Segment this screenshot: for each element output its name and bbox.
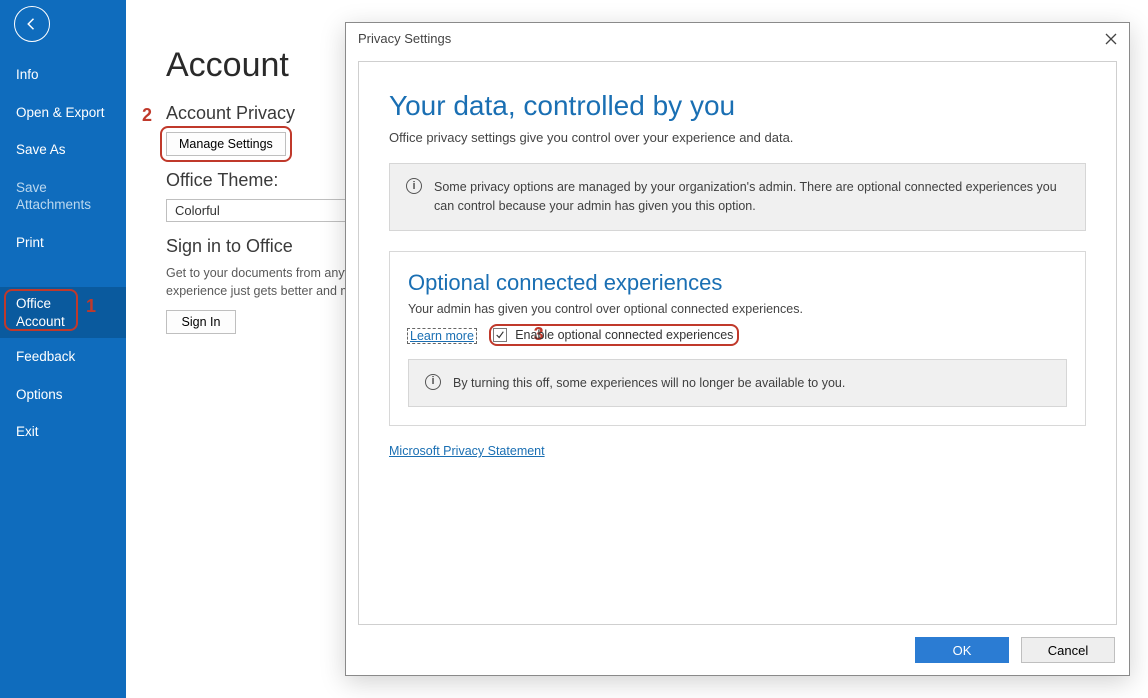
privacy-settings-dialog: Privacy Settings Your data, controlled b… xyxy=(345,22,1130,676)
dialog-title-text: Privacy Settings xyxy=(358,31,451,46)
turn-off-info-text: By turning this off, some experiences wi… xyxy=(453,376,845,390)
enable-optional-checkbox[interactable] xyxy=(493,328,507,342)
cancel-button[interactable]: Cancel xyxy=(1021,637,1115,663)
sidebar-item-office-account[interactable]: Office Account 1 xyxy=(0,287,126,338)
sidebar-item-open-export[interactable]: Open & Export xyxy=(0,94,126,132)
ok-button[interactable]: OK xyxy=(915,637,1009,663)
dialog-subtext: Office privacy settings give you control… xyxy=(389,130,1086,145)
admin-info-text: Some privacy options are managed by your… xyxy=(434,180,1057,213)
check-icon xyxy=(495,330,505,340)
app-root: Info Open & Export Save As Save Attachme… xyxy=(0,0,1148,698)
dialog-button-row: OK Cancel xyxy=(915,637,1115,663)
dialog-content: Your data, controlled by you Office priv… xyxy=(358,61,1117,625)
optional-experiences-desc: Your admin has given you control over op… xyxy=(408,302,1067,316)
turn-off-info-box: i By turning this off, some experiences … xyxy=(408,359,1067,408)
sidebar-item-info[interactable]: Info xyxy=(0,56,126,94)
close-icon xyxy=(1105,33,1117,45)
backstage-sidebar: Info Open & Export Save As Save Attachme… xyxy=(0,0,126,698)
annotation-highlight-1 xyxy=(4,289,78,331)
sign-in-button[interactable]: Sign In xyxy=(166,310,236,334)
optional-experiences-card: Optional connected experiences Your admi… xyxy=(389,251,1086,427)
optional-experiences-head: Optional connected experiences xyxy=(408,270,1067,296)
annotation-number-2: 2 xyxy=(142,105,152,126)
sidebar-item-save-attachments: Save Attachments xyxy=(0,169,126,224)
privacy-statement-link[interactable]: Microsoft Privacy Statement xyxy=(389,444,545,458)
dialog-title-bar: Privacy Settings xyxy=(346,23,1129,55)
manage-settings-button[interactable]: Manage Settings xyxy=(166,132,286,156)
enable-optional-label: Enable optional connected experiences xyxy=(515,328,733,342)
annotation-number-1: 1 xyxy=(86,295,96,318)
sidebar-item-feedback[interactable]: Feedback xyxy=(0,338,126,376)
admin-info-box: i Some privacy options are managed by yo… xyxy=(389,163,1086,231)
arrow-left-icon xyxy=(23,15,41,33)
dialog-heading: Your data, controlled by you xyxy=(389,90,1086,122)
dialog-close-button[interactable] xyxy=(1099,27,1123,51)
back-button[interactable] xyxy=(14,6,50,42)
sidebar-item-print[interactable]: Print xyxy=(0,224,126,262)
info-icon: i xyxy=(425,374,441,390)
learn-more-link[interactable]: Learn more xyxy=(408,329,476,343)
sidebar-item-exit[interactable]: Exit xyxy=(0,413,126,451)
info-icon: i xyxy=(406,178,422,194)
sidebar-item-save-as[interactable]: Save As xyxy=(0,131,126,169)
sidebar-item-options[interactable]: Options xyxy=(0,376,126,414)
